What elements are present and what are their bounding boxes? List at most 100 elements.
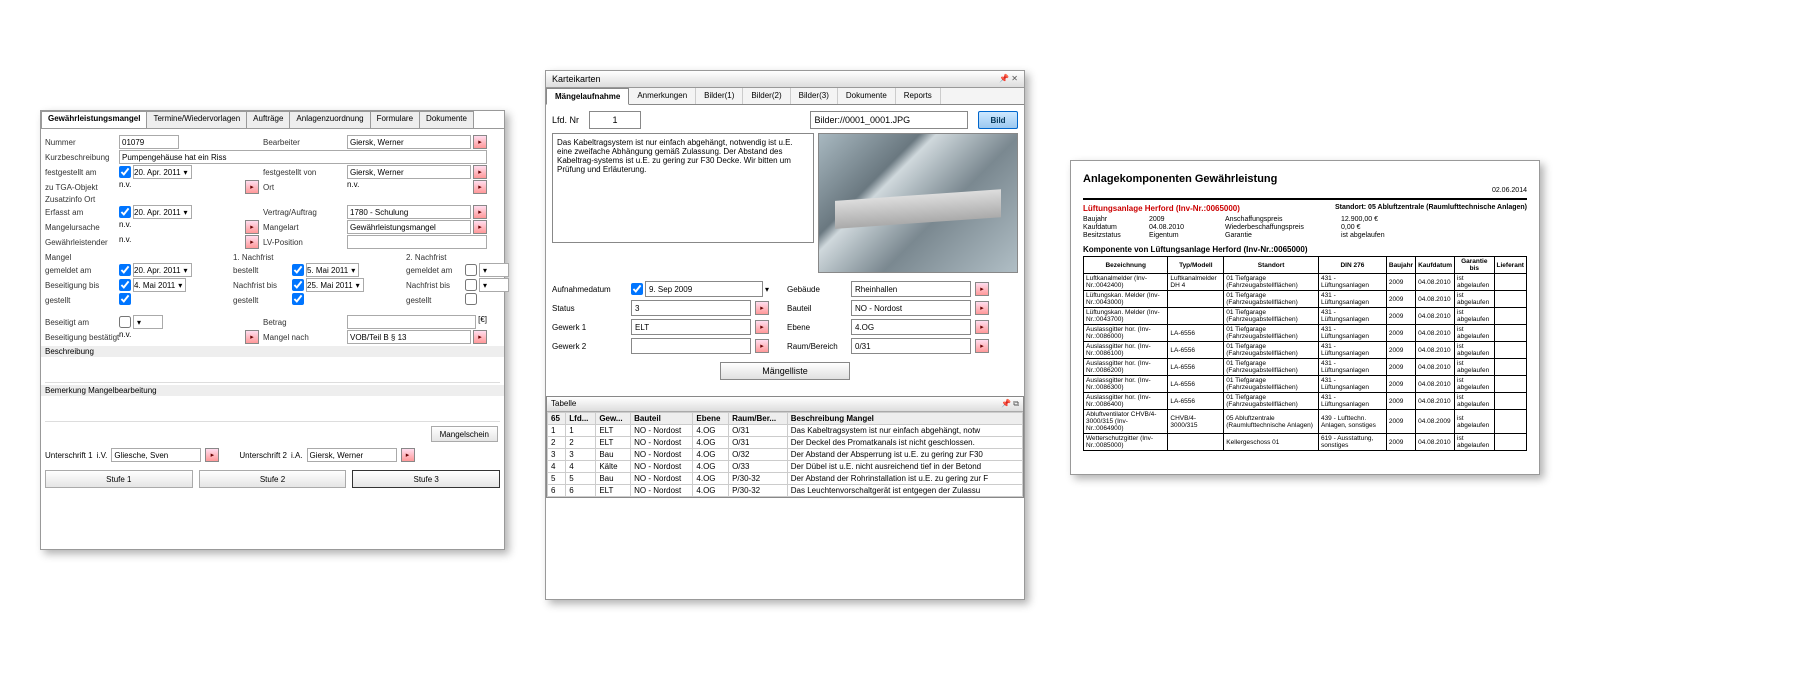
input-kurzbeschreibung[interactable] bbox=[119, 150, 487, 164]
input-ebene[interactable] bbox=[851, 319, 971, 335]
select-bearbeiter-icon[interactable] bbox=[473, 135, 487, 149]
select-gewerk2-icon[interactable] bbox=[755, 339, 769, 353]
date-gemeldet[interactable]: 20. Apr. 2011▾ bbox=[133, 263, 192, 277]
select-beseitbest-icon[interactable] bbox=[245, 330, 259, 344]
textarea-beschreibung[interactable] bbox=[45, 359, 500, 383]
select-gewerk1-icon[interactable] bbox=[755, 320, 769, 334]
table-row[interactable]: 22ELTNO - Nordost4.OGO/31Der Deckel des … bbox=[548, 437, 1023, 449]
input-mangel-nach[interactable] bbox=[347, 330, 471, 344]
tab-formulare[interactable]: Formulare bbox=[370, 111, 420, 128]
input-unterschrift2[interactable] bbox=[307, 448, 397, 462]
tab-reports[interactable]: Reports bbox=[896, 88, 941, 104]
tab-termine[interactable]: Termine/Wiedervorlagen bbox=[146, 111, 247, 128]
chk-beseitbis[interactable] bbox=[119, 279, 131, 291]
defect-image[interactable] bbox=[818, 133, 1018, 273]
date-nfbis1[interactable]: 25. Mai 2011▾ bbox=[306, 278, 364, 292]
input-gebaude[interactable] bbox=[851, 281, 971, 297]
description-textarea[interactable]: Das Kabeltragsystem ist nur einfach abge… bbox=[552, 133, 814, 243]
stufe3-button[interactable]: Stufe 3 bbox=[352, 470, 500, 488]
tab-gewaehrleistungsmangel[interactable]: Gewährleistungsmangel bbox=[41, 111, 147, 128]
input-lvposition[interactable] bbox=[347, 235, 487, 249]
date-beseitbis[interactable]: 4. Mai 2011▾ bbox=[133, 278, 186, 292]
chk-nfbis2[interactable] bbox=[465, 279, 477, 291]
mangelschein-button[interactable]: Mangelschein bbox=[431, 426, 498, 442]
chk-aufnahme[interactable] bbox=[631, 283, 643, 295]
input-bauteil[interactable] bbox=[851, 300, 971, 316]
table-header[interactable]: Lfd... bbox=[566, 413, 596, 425]
select-gebaude-icon[interactable] bbox=[975, 282, 989, 296]
select-gewaehr-icon[interactable] bbox=[245, 235, 259, 249]
input-bearbeiter[interactable] bbox=[347, 135, 471, 149]
table-header[interactable]: 65 bbox=[548, 413, 566, 425]
input-betrag[interactable] bbox=[347, 315, 476, 329]
bild-button[interactable]: Bild bbox=[978, 111, 1018, 129]
chk-beseitigt-am[interactable] bbox=[119, 316, 131, 328]
table-header[interactable]: Beschreibung Mangel bbox=[787, 413, 1022, 425]
tab-auftraege[interactable]: Aufträge bbox=[246, 111, 290, 128]
chk-gestellt-c[interactable] bbox=[465, 293, 477, 305]
select-vertrag-icon[interactable] bbox=[473, 205, 487, 219]
date-festgestellt[interactable]: 20. Apr. 2011▾ bbox=[133, 165, 192, 179]
input-lfdnr[interactable] bbox=[589, 111, 641, 129]
tab-anlagenzuordnung[interactable]: Anlagenzuordnung bbox=[289, 111, 370, 128]
chk-nfbis1[interactable] bbox=[292, 279, 304, 291]
date-erfasst[interactable]: 20. Apr. 2011▾ bbox=[133, 205, 192, 219]
input-raum[interactable] bbox=[851, 338, 971, 354]
select-ursache-icon[interactable] bbox=[245, 220, 259, 234]
copy-icon[interactable]: ⧉ bbox=[1013, 399, 1019, 408]
textarea-bemerkung[interactable] bbox=[45, 398, 500, 422]
table-header[interactable]: Ebene bbox=[693, 413, 729, 425]
close-icon[interactable]: ✕ bbox=[1011, 74, 1018, 83]
table-row[interactable]: 66ELTNO - Nordost4.OGP/30-32Das Leuchten… bbox=[548, 485, 1023, 497]
date-gemeldet2[interactable]: ▾ bbox=[479, 263, 509, 277]
chk-festgestellt[interactable] bbox=[119, 166, 131, 178]
select-raum-icon[interactable] bbox=[975, 339, 989, 353]
chk-gemeldet2[interactable] bbox=[465, 264, 477, 276]
select-u2-icon[interactable] bbox=[401, 448, 415, 462]
chk-gestellt-a[interactable] bbox=[119, 293, 131, 305]
pin-icon[interactable]: 📌 bbox=[999, 74, 1009, 83]
date-gestellt1[interactable]: 5. Mai 2011▾ bbox=[306, 263, 359, 277]
chk-gemeldet[interactable] bbox=[119, 264, 131, 276]
select-u1-icon[interactable] bbox=[205, 448, 219, 462]
tab-dokumente[interactable]: Dokumente bbox=[419, 111, 474, 128]
input-unterschrift1[interactable] bbox=[111, 448, 201, 462]
select-ort-icon[interactable] bbox=[473, 180, 487, 194]
date-aufnahme[interactable] bbox=[645, 281, 763, 297]
input-festgestellt-von[interactable] bbox=[347, 165, 471, 179]
chk-gestellt-b[interactable] bbox=[292, 293, 304, 305]
tab-bilder2[interactable]: Bilder(2) bbox=[743, 88, 790, 104]
tab-bilder3[interactable]: Bilder(3) bbox=[791, 88, 838, 104]
select-festvon-icon[interactable] bbox=[473, 165, 487, 179]
tab-bilder1[interactable]: Bilder(1) bbox=[696, 88, 743, 104]
input-vertrag[interactable] bbox=[347, 205, 471, 219]
date-beseitigt-am[interactable]: ▾ bbox=[133, 315, 163, 329]
select-ebene-icon[interactable] bbox=[975, 320, 989, 334]
tab-anmerkungen[interactable]: Anmerkungen bbox=[629, 88, 696, 104]
stufe1-button[interactable]: Stufe 1 bbox=[45, 470, 193, 488]
input-status[interactable] bbox=[631, 300, 751, 316]
tab-mangelaufnahme[interactable]: Mängelaufnahme bbox=[546, 88, 629, 105]
table-header[interactable]: Bauteil bbox=[631, 413, 693, 425]
mangelliste-button[interactable]: Mängelliste bbox=[720, 362, 850, 380]
input-mangelart[interactable] bbox=[347, 220, 471, 234]
select-status-icon[interactable] bbox=[755, 301, 769, 315]
input-imgpath[interactable] bbox=[810, 111, 969, 129]
table-row[interactable]: 44KälteNO - Nordost4.OGO/33Der Dübel ist… bbox=[548, 461, 1023, 473]
chk-gestellt1[interactable] bbox=[292, 264, 304, 276]
input-gewerk2[interactable] bbox=[631, 338, 751, 354]
chevron-down-icon[interactable]: ▾ bbox=[765, 285, 769, 294]
table-row[interactable]: 55BauNO - Nordost4.OGP/30-32Der Abstand … bbox=[548, 473, 1023, 485]
select-mangelart-icon[interactable] bbox=[473, 220, 487, 234]
chk-erfasst[interactable] bbox=[119, 206, 131, 218]
select-bauteil-icon[interactable] bbox=[975, 301, 989, 315]
pin2-icon[interactable]: 📌 bbox=[1001, 399, 1011, 408]
input-gewerk1[interactable] bbox=[631, 319, 751, 335]
table-row[interactable]: 33BauNO - Nordost4.OGO/32Der Abstand der… bbox=[548, 449, 1023, 461]
tab-dokumente2[interactable]: Dokumente bbox=[838, 88, 896, 104]
table-header[interactable]: Gew... bbox=[596, 413, 631, 425]
date-nfbis2[interactable]: ▾ bbox=[479, 278, 509, 292]
input-nummer[interactable] bbox=[119, 135, 179, 149]
stufe2-button[interactable]: Stufe 2 bbox=[199, 470, 347, 488]
select-tga-icon[interactable] bbox=[245, 180, 259, 194]
